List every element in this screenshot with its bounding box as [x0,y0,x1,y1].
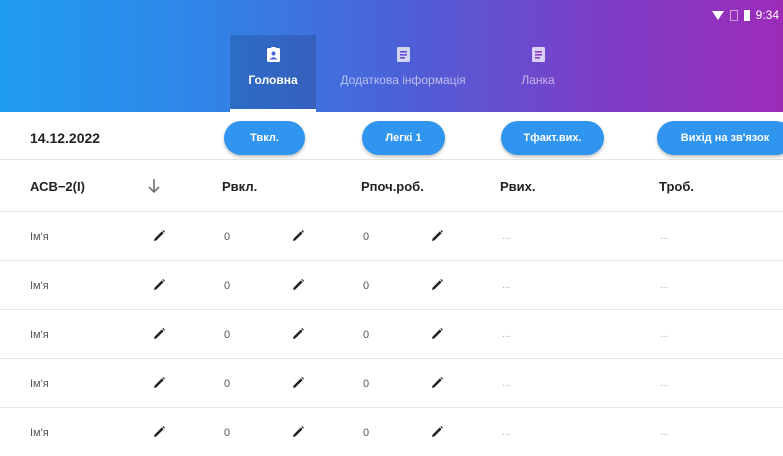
battery-icon [743,9,750,21]
p-vykh-cell: ... [502,280,511,291]
tab-bar: Головна Додаткова інформація Ланка [230,35,586,112]
table-body: Ім'я 0 0 ... ... Ім'я 0 0 ... ... Ім'я 0… [0,212,783,456]
t-rob-cell: ... [660,329,669,340]
pencil-icon[interactable] [152,327,166,341]
p-vykh-cell: ... [502,427,511,438]
pencil-icon[interactable] [291,376,305,390]
p-poch-cell: 0 [363,329,370,341]
p-vykh-cell: ... [502,378,511,389]
header-p-vykh: Рвих. [500,179,536,194]
tab-home[interactable]: Головна [230,35,316,112]
p-vykh-cell: ... [502,231,511,242]
wifi-icon [711,10,724,20]
pencil-icon[interactable] [152,425,166,439]
t-vkl-button[interactable]: Твкл. [224,121,305,155]
table-row: Ім'я 0 0 ... ... [0,359,783,408]
name-cell: Ім'я [30,280,49,292]
arrow-down-icon[interactable] [147,177,161,195]
pencil-icon[interactable] [291,278,305,292]
pencil-icon[interactable] [152,376,166,390]
pencil-icon[interactable] [430,376,444,390]
p-poch-cell: 0 [363,378,370,390]
badge-icon [266,47,280,62]
t-rob-cell: ... [660,378,669,389]
p-vkl-cell: 0 [224,280,231,292]
name-cell: Ім'я [30,329,49,341]
document-icon [531,47,545,62]
p-vkl-cell: 0 [224,378,231,390]
app-header: 9:34 Головна Додаткова інформація Ланка [0,0,783,112]
legki-button[interactable]: Легкі 1 [362,121,445,155]
table-row: Ім'я 0 0 ... ... [0,310,783,359]
sim-icon [729,9,738,21]
name-cell: Ім'я [30,378,49,390]
header-p-vkl: Рвкл. [222,179,258,194]
p-poch-cell: 0 [363,280,370,292]
tab-link[interactable]: Ланка [490,35,586,112]
toolbar: 14.12.2022 Твкл. Легкі 1 Тфакт.вих. Вихі… [0,112,783,160]
header-p-poch-rob: Рпоч.роб. [361,179,424,194]
date-label: 14.12.2022 [30,130,101,146]
p-poch-cell: 0 [363,427,370,439]
table-header: АСВ−2(І) Рвкл. Рпоч.роб. Рвих. Троб. [0,161,783,212]
pencil-icon[interactable] [430,229,444,243]
p-vkl-cell: 0 [224,427,231,439]
pencil-icon[interactable] [291,327,305,341]
pencil-icon[interactable] [430,327,444,341]
p-vkl-cell: 0 [224,231,231,243]
pencil-icon[interactable] [152,229,166,243]
tab-additional-info[interactable]: Додаткова інформація [316,35,490,112]
t-rob-cell: ... [660,231,669,242]
t-fakt-vykh-button[interactable]: Тфакт.вих. [501,121,604,155]
table-row: Ім'я 0 0 ... ... [0,261,783,310]
document-icon [396,47,410,62]
name-cell: Ім'я [30,427,49,439]
header-t-rob: Троб. [659,179,694,194]
table-row: Ім'я 0 0 ... ... [0,408,783,456]
status-bar: 9:34 [0,0,783,30]
pencil-icon[interactable] [291,425,305,439]
pencil-icon[interactable] [430,425,444,439]
name-cell: Ім'я [30,231,49,243]
table-row: Ім'я 0 0 ... ... [0,212,783,261]
tab-additional-info-label: Додаткова інформація [340,73,466,87]
p-vykh-cell: ... [502,329,511,340]
tab-home-label: Головна [248,73,298,87]
vykhid-na-zviazok-button[interactable]: Вихід на зв'язок [657,121,783,155]
p-poch-cell: 0 [363,231,370,243]
t-rob-cell: ... [660,280,669,291]
t-rob-cell: ... [660,427,669,438]
header-asv: АСВ−2(І) [30,179,85,194]
pencil-icon[interactable] [430,278,444,292]
p-vkl-cell: 0 [224,329,231,341]
pencil-icon[interactable] [152,278,166,292]
pencil-icon[interactable] [291,229,305,243]
tab-link-label: Ланка [521,73,555,87]
status-time: 9:34 [755,8,779,22]
